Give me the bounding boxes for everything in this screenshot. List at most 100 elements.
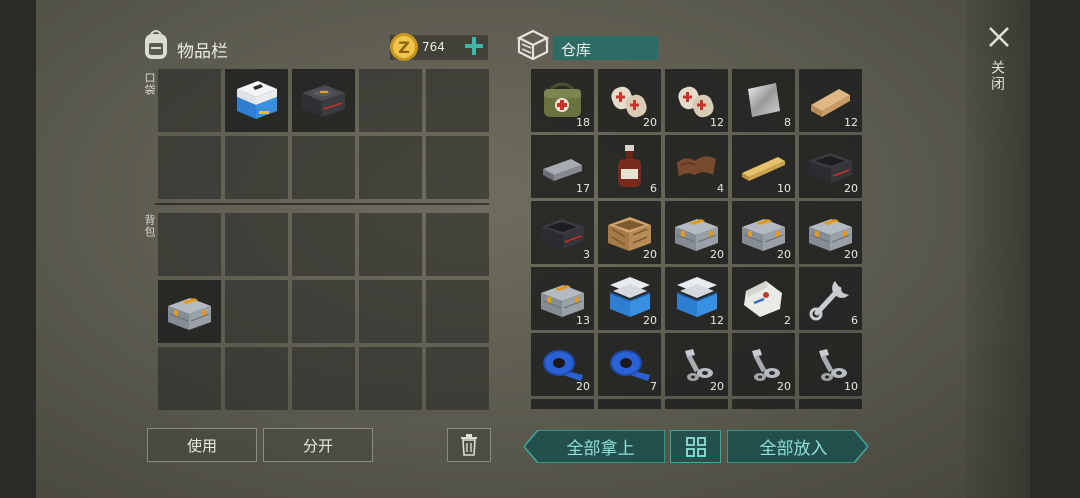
item-count: 6 [650, 182, 657, 195]
empty-slot[interactable] [426, 69, 489, 132]
item-count: 17 [576, 182, 590, 195]
item-count: 20 [643, 248, 657, 261]
put-all-button[interactable]: 全部放入 [727, 430, 868, 463]
item-slot[interactable] [665, 399, 728, 409]
item-slot[interactable]: 20 [799, 135, 862, 198]
empty-slot[interactable] [225, 280, 288, 343]
empty-slot[interactable] [359, 213, 422, 276]
empty-slot[interactable] [158, 347, 221, 410]
close-label[interactable]: 关闭 [989, 60, 1007, 92]
item-count: 10 [777, 182, 791, 195]
empty-slot[interactable] [359, 136, 422, 199]
item-slot[interactable]: 20 [598, 267, 661, 330]
item-count: 18 [576, 116, 590, 129]
coin-icon: Z [388, 31, 420, 63]
empty-slot[interactable] [225, 347, 288, 410]
coin-count: 764 [422, 40, 445, 54]
item-slot[interactable] [732, 399, 795, 409]
backpack-icon [140, 28, 172, 62]
black-crate-icon [537, 207, 588, 258]
empty-slot[interactable] [426, 136, 489, 199]
put-all-label: 全部放入 [759, 439, 828, 459]
item-slot[interactable]: 20 [732, 201, 795, 264]
empty-slot[interactable] [426, 280, 489, 343]
item-slot[interactable]: 20 [665, 201, 728, 264]
item-slot[interactable]: 7 [598, 333, 661, 396]
item-count: 2 [784, 314, 791, 327]
trash-icon [461, 434, 477, 456]
item-slot[interactable]: 2 [732, 267, 795, 330]
item-slot[interactable]: 6 [598, 135, 661, 198]
item-count: 12 [710, 314, 724, 327]
item-slot[interactable] [292, 69, 355, 132]
item-slot[interactable]: 12 [665, 267, 728, 330]
item-slot[interactable]: 20 [531, 333, 594, 396]
item-slot[interactable] [598, 399, 661, 409]
item-slot[interactable]: 8 [732, 69, 795, 132]
item-slot[interactable]: 18 [531, 69, 594, 132]
empty-slot[interactable] [292, 136, 355, 199]
item-slot[interactable] [531, 399, 594, 409]
item-count: 13 [576, 314, 590, 327]
item-count: 12 [710, 116, 724, 129]
item-slot[interactable]: 20 [799, 201, 862, 264]
item-slot[interactable]: 17 [531, 135, 594, 198]
use-button[interactable]: 使用 [147, 428, 257, 462]
empty-slot[interactable] [158, 213, 221, 276]
blue-cooler-icon [231, 75, 282, 126]
split-button[interactable]: 分开 [263, 428, 373, 462]
item-slot[interactable]: 13 [531, 267, 594, 330]
backpack-label: 背包 [143, 214, 156, 238]
empty-slot[interactable] [359, 69, 422, 132]
item-slot[interactable]: 20 [732, 333, 795, 396]
empty-slot[interactable] [292, 347, 355, 410]
empty-slot[interactable] [225, 213, 288, 276]
inventory-title: 物品栏 [177, 42, 228, 62]
item-count: 20 [844, 248, 858, 261]
gray-toolbox-icon [164, 286, 215, 337]
item-slot[interactable]: 12 [799, 69, 862, 132]
item-slot[interactable]: 4 [665, 135, 728, 198]
item-count: 20 [777, 248, 791, 261]
item-count: 6 [851, 314, 858, 327]
item-slot[interactable] [225, 69, 288, 132]
brown-bottle-icon [604, 141, 655, 192]
storage-title: 仓库 [561, 41, 592, 59]
item-count: 20 [710, 380, 724, 393]
item-slot[interactable] [158, 280, 221, 343]
item-slot[interactable]: 10 [799, 333, 862, 396]
blue-tape-icon [604, 339, 655, 390]
item-slot[interactable]: 3 [531, 201, 594, 264]
empty-slot[interactable] [292, 213, 355, 276]
take-all-button[interactable]: 全部拿上 [524, 430, 665, 463]
empty-slot[interactable] [292, 280, 355, 343]
sort-grid-button[interactable] [670, 430, 721, 463]
wrench-icon [805, 273, 856, 324]
pocket-label: 口袋 [143, 72, 156, 96]
empty-slot[interactable] [225, 136, 288, 199]
storage-grid-overflow-row [531, 399, 862, 409]
add-coins-plus-icon[interactable] [462, 34, 486, 58]
item-slot[interactable]: 20 [598, 201, 661, 264]
item-count: 20 [576, 380, 590, 393]
trash-button[interactable] [447, 428, 491, 462]
item-count: 20 [710, 248, 724, 261]
item-slot[interactable]: 10 [732, 135, 795, 198]
empty-slot[interactable] [359, 280, 422, 343]
metal-plate-icon [738, 75, 789, 126]
empty-slot[interactable] [359, 347, 422, 410]
item-slot[interactable]: 20 [665, 333, 728, 396]
item-count: 20 [844, 182, 858, 195]
storage-title-field[interactable]: 仓库 [553, 36, 658, 60]
close-icon[interactable] [986, 24, 1012, 50]
empty-slot[interactable] [426, 213, 489, 276]
empty-slot[interactable] [426, 347, 489, 410]
item-slot[interactable]: 6 [799, 267, 862, 330]
empty-slot[interactable] [158, 136, 221, 199]
item-slot[interactable] [799, 399, 862, 409]
item-slot[interactable]: 12 [665, 69, 728, 132]
item-slot[interactable]: 20 [598, 69, 661, 132]
empty-slot[interactable] [158, 69, 221, 132]
item-count: 7 [650, 380, 657, 393]
grid-icon [685, 436, 706, 457]
